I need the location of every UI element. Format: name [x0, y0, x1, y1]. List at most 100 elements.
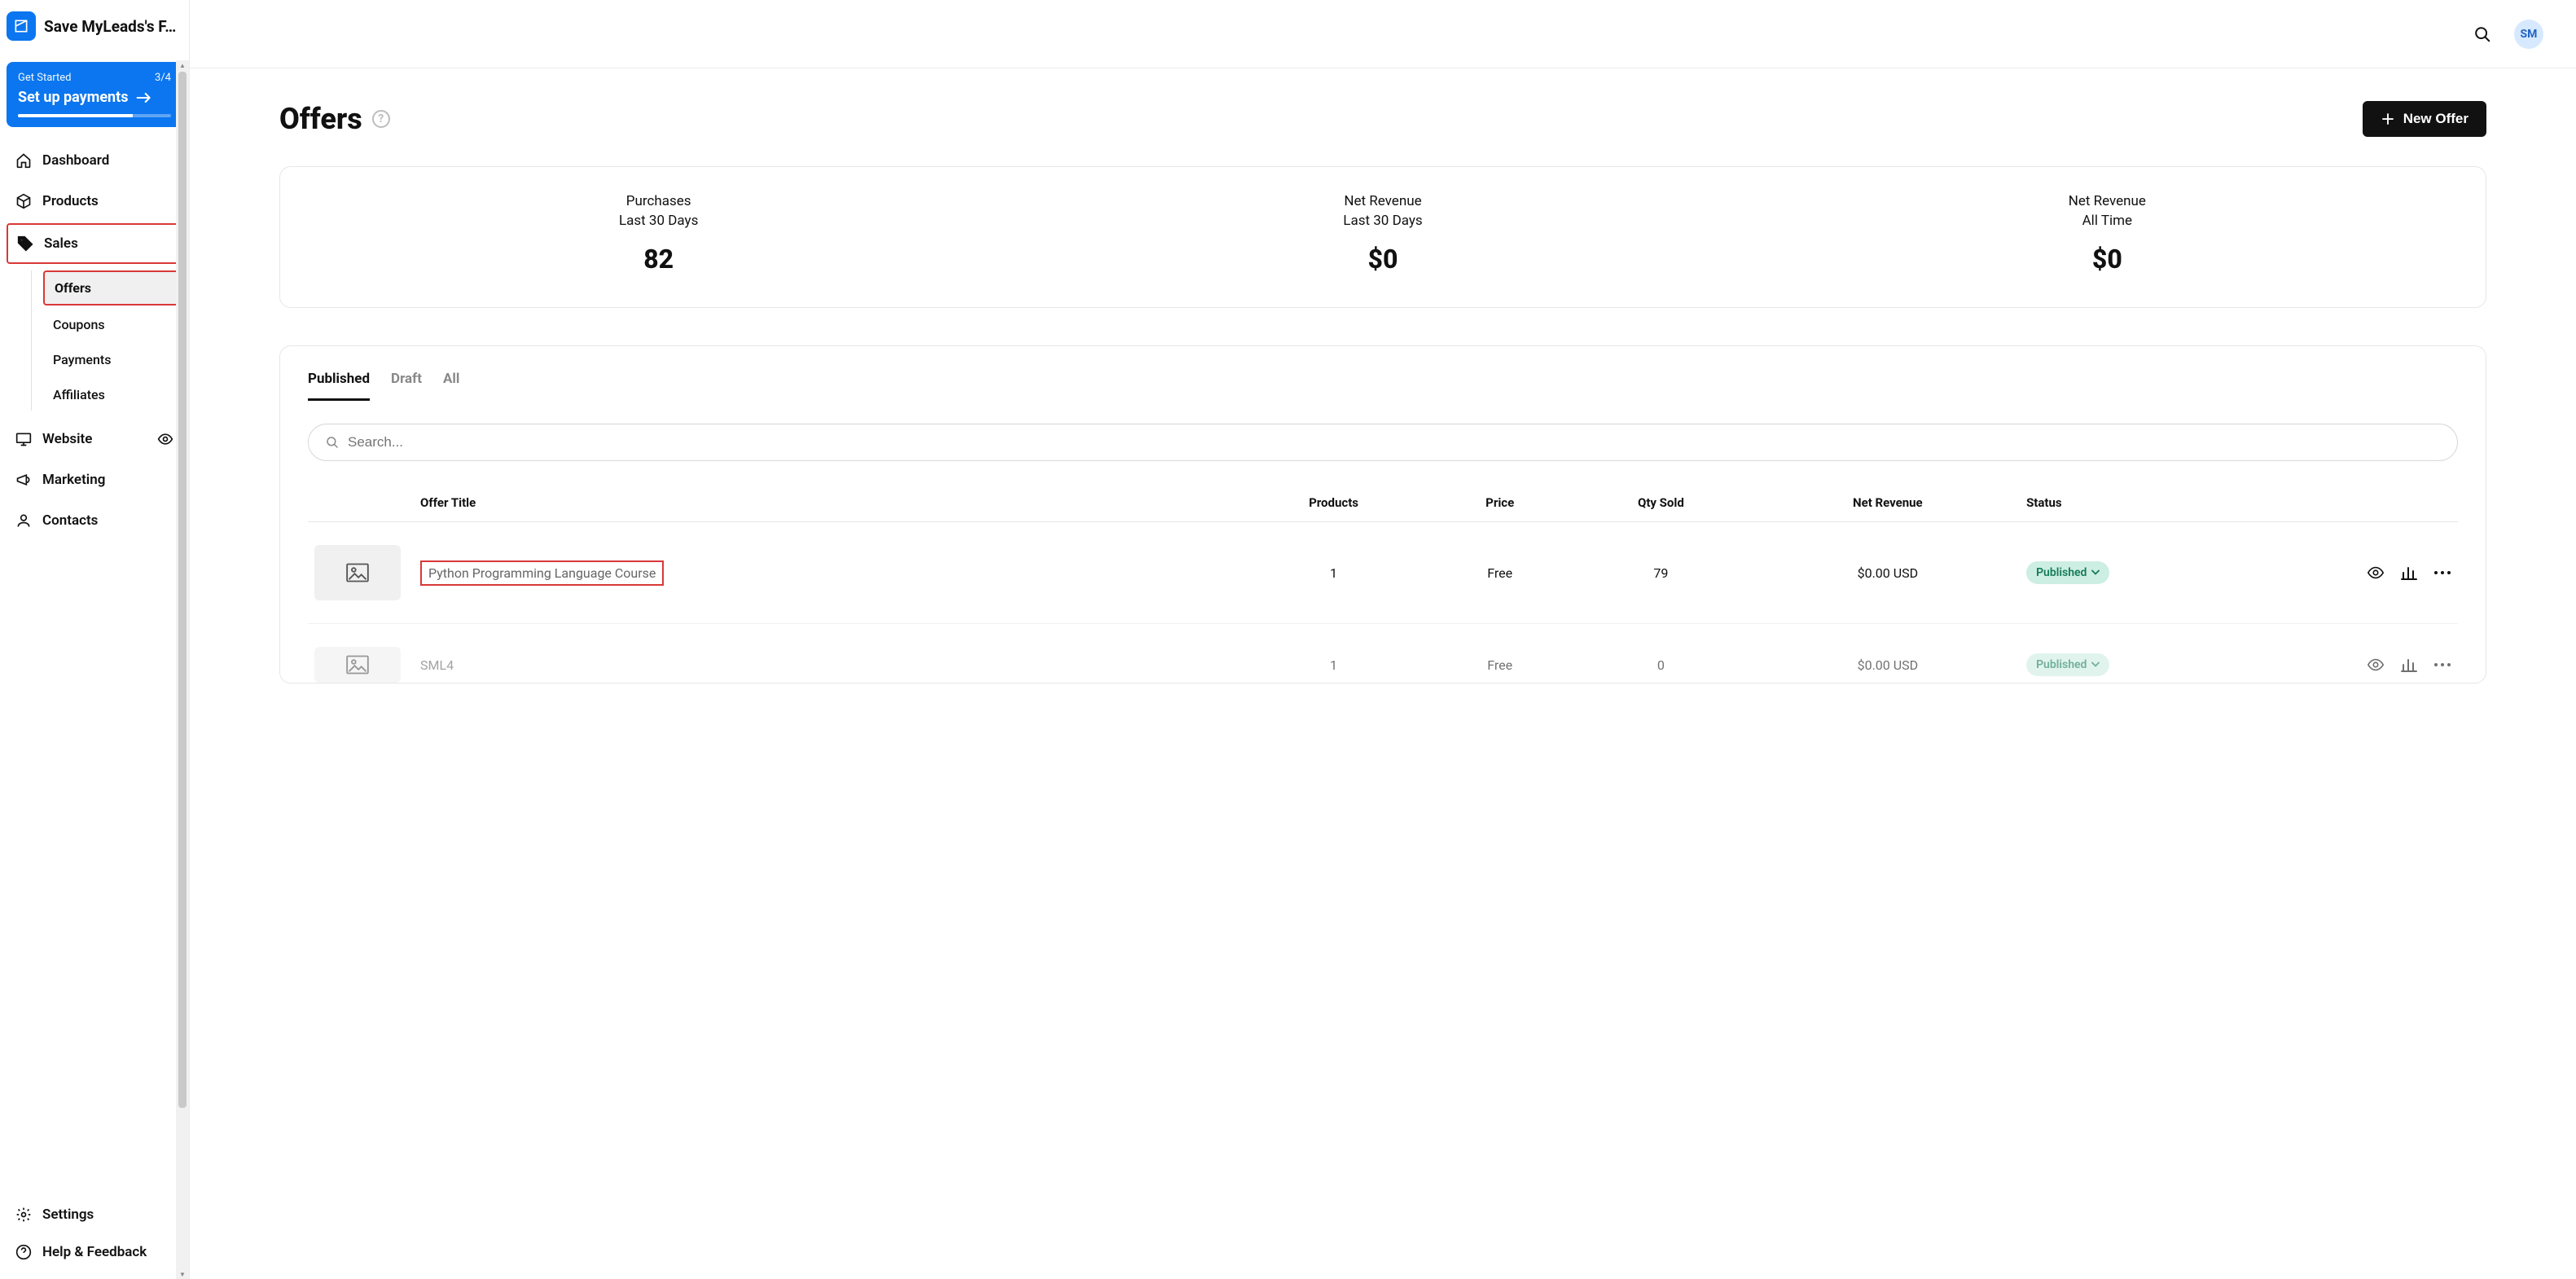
megaphone-icon	[15, 471, 33, 489]
topbar: SM	[190, 0, 2576, 68]
stats-card: Purchases Last 30 Days 82 Net Revenue La…	[279, 166, 2486, 308]
sidebar-item-label: Products	[42, 193, 99, 209]
sales-submenu: Offers Coupons Payments Affiliates	[31, 270, 182, 411]
sidebar: Save MyLeads's F… Get Started 3/4 Set up…	[0, 0, 189, 1279]
sidebar-sub-offers[interactable]: Offers	[43, 270, 182, 305]
monitor-icon	[15, 430, 33, 448]
cell-net: $0.00 USD	[1756, 522, 2020, 624]
help-icon	[15, 1243, 33, 1261]
table-row[interactable]: SML4 1 Free 0 $0.00 USD Published	[308, 624, 2458, 683]
offer-title[interactable]: Python Programming Language Course	[420, 560, 664, 586]
tab-all[interactable]: All	[443, 371, 459, 401]
search-input[interactable]	[348, 434, 2441, 451]
scroll-up-icon[interactable]: ▲	[176, 60, 189, 70]
more-button[interactable]	[2433, 661, 2451, 668]
stats-button[interactable]	[2401, 565, 2417, 581]
app-title: Save MyLeads's F…	[44, 17, 176, 36]
page-header: Offers ? New Offer	[279, 101, 2486, 137]
more-horizontal-icon	[2433, 569, 2451, 576]
arrow-right-icon	[136, 91, 152, 104]
scrollbar[interactable]: ▲ ▼	[176, 60, 189, 1279]
sidebar-item-label: Help & Feedback	[42, 1244, 147, 1260]
tabs: Published Draft All	[308, 371, 2458, 401]
preview-button[interactable]	[2367, 565, 2385, 580]
user-icon	[15, 512, 33, 530]
page-title: Offers	[279, 102, 362, 136]
package-icon	[15, 192, 33, 210]
sidebar-nav: Dashboard Products Sales Offers Coupons …	[7, 142, 182, 539]
chevron-down-icon	[2091, 661, 2100, 668]
eye-icon[interactable]	[156, 430, 174, 448]
sidebar-item-label: Marketing	[42, 472, 105, 488]
sidebar-footer: Settings Help & Feedback	[0, 1192, 189, 1279]
sidebar-item-label: Dashboard	[42, 152, 109, 169]
progress-bar	[18, 114, 171, 117]
image-icon	[346, 655, 369, 675]
get-started-card[interactable]: Get Started 3/4 Set up payments	[7, 62, 182, 127]
app-logo-icon	[13, 18, 29, 34]
eye-icon	[2367, 565, 2385, 580]
search-icon	[325, 435, 340, 450]
table-row[interactable]: Python Programming Language Course 1 Fre…	[308, 522, 2458, 624]
stat-net-revenue-all: Net Revenue All Time $0	[1745, 193, 2469, 275]
sidebar-item-products[interactable]: Products	[7, 182, 182, 220]
stats-button[interactable]	[2401, 657, 2417, 673]
offers-table: Offer Title Products Price Qty Sold Net …	[308, 484, 2458, 683]
col-qty: Qty Sold	[1566, 484, 1755, 522]
sidebar-sub-payments[interactable]: Payments	[43, 344, 182, 376]
status-pill[interactable]: Published	[2026, 653, 2109, 676]
search-box[interactable]	[308, 424, 2458, 461]
col-title: Offer Title	[414, 484, 1234, 522]
sidebar-item-label: Contacts	[42, 512, 98, 529]
cell-qty: 79	[1566, 522, 1755, 624]
home-icon	[15, 152, 33, 169]
bar-chart-icon	[2401, 657, 2417, 673]
offers-card: Published Draft All Offer Title Products	[279, 345, 2486, 683]
sidebar-item-settings[interactable]: Settings	[7, 1196, 182, 1233]
preview-button[interactable]	[2367, 657, 2385, 672]
col-products: Products	[1234, 484, 1433, 522]
avatar[interactable]: SM	[2514, 20, 2543, 49]
col-net: Net Revenue	[1756, 484, 2020, 522]
sidebar-item-label: Sales	[44, 235, 78, 252]
get-started-label: Get Started	[18, 72, 71, 84]
status-pill[interactable]: Published	[2026, 561, 2109, 584]
main: SM Offers ? New Offer Purchases Last 30 …	[189, 0, 2576, 1279]
sidebar-header: Save MyLeads's F…	[0, 0, 189, 55]
tab-draft[interactable]: Draft	[391, 371, 422, 401]
sidebar-item-help[interactable]: Help & Feedback	[7, 1233, 182, 1271]
sidebar-sub-affiliates[interactable]: Affiliates	[43, 379, 182, 411]
question-icon[interactable]: ?	[372, 110, 390, 128]
offer-title[interactable]: SML4	[420, 657, 454, 673]
more-horizontal-icon	[2433, 661, 2451, 668]
scrollbar-thumb[interactable]	[178, 72, 187, 1108]
sidebar-item-website[interactable]: Website	[7, 420, 182, 458]
eye-icon	[2367, 657, 2385, 672]
sidebar-item-dashboard[interactable]: Dashboard	[7, 142, 182, 179]
new-offer-button[interactable]: New Offer	[2363, 101, 2486, 137]
app-logo[interactable]	[7, 11, 36, 41]
chevron-down-icon	[2091, 569, 2100, 576]
sidebar-sub-coupons[interactable]: Coupons	[43, 309, 182, 341]
gear-icon	[15, 1206, 33, 1224]
sidebar-item-sales[interactable]: Sales	[7, 223, 182, 264]
col-price: Price	[1433, 484, 1566, 522]
cell-products: 1	[1234, 522, 1433, 624]
stat-purchases: Purchases Last 30 Days 82	[296, 193, 1020, 275]
image-icon	[346, 563, 369, 582]
offer-thumbnail	[314, 647, 401, 683]
tab-published[interactable]: Published	[308, 371, 370, 401]
get-started-progress: 3/4	[155, 72, 171, 84]
sidebar-item-marketing[interactable]: Marketing	[7, 461, 182, 499]
tag-icon	[16, 235, 34, 253]
bar-chart-icon	[2401, 565, 2417, 581]
search-button[interactable]	[2470, 22, 2495, 46]
get-started-cta: Set up payments	[18, 89, 128, 106]
more-button[interactable]	[2433, 569, 2451, 576]
scroll-down-icon[interactable]: ▼	[176, 1269, 189, 1279]
sidebar-item-contacts[interactable]: Contacts	[7, 502, 182, 539]
cell-price: Free	[1433, 522, 1566, 624]
cell-net: $0.00 USD	[1756, 624, 2020, 683]
col-status: Status	[2020, 484, 2328, 522]
cell-qty: 0	[1566, 624, 1755, 683]
